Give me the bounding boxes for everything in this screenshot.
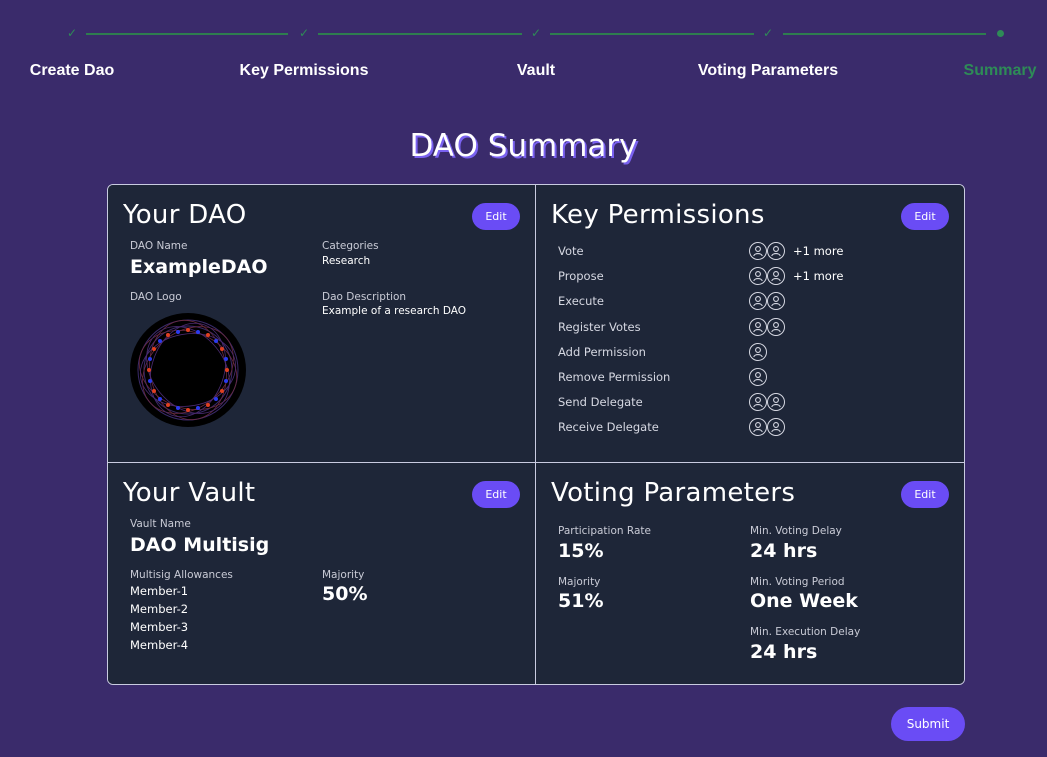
dao-logo-image — [130, 313, 246, 427]
dao-description-label: Dao Description — [322, 291, 407, 303]
step-key-permissions[interactable]: Key Permissions — [240, 62, 369, 80]
min-voting-delay-value: 24 hrs — [750, 540, 818, 562]
permission-holders: +1 more — [749, 267, 843, 286]
check-icon: ✓ — [762, 26, 774, 40]
min-voting-delay-label: Min. Voting Delay — [750, 525, 842, 537]
permission-name: Vote — [558, 244, 584, 258]
participation-rate-label: Participation Rate — [558, 525, 651, 537]
permission-holders — [749, 418, 785, 437]
edit-voting-parameters-button[interactable]: Edit — [901, 481, 949, 508]
dao-name-label: DAO Name — [130, 240, 188, 252]
member-item: Member-4 — [130, 638, 189, 652]
permission-row: Send Delegate — [558, 393, 958, 413]
min-execution-delay-value: 24 hrs — [750, 641, 818, 663]
user-avatar-icon — [767, 393, 785, 412]
vault-name-value: DAO Multisig — [130, 534, 270, 556]
permission-holders — [749, 393, 785, 412]
multisig-allowances-label: Multisig Allowances — [130, 569, 233, 581]
step-connector — [318, 33, 522, 35]
min-voting-period-label: Min. Voting Period — [750, 576, 845, 588]
permission-name: Register Votes — [558, 319, 641, 334]
user-avatar-icon — [749, 418, 767, 437]
categories-label: Categories — [322, 240, 379, 252]
permission-row: Receive Delegate — [558, 418, 958, 438]
key-permissions-card: Key Permissions Edit Vote +1 more Propose +… — [536, 185, 964, 463]
permission-row: Add Permission — [558, 342, 958, 363]
user-avatar-icon — [749, 292, 767, 311]
permission-name: Receive Delegate — [558, 420, 659, 435]
permission-holders — [749, 342, 767, 361]
permission-name: Remove Permission — [558, 370, 671, 384]
voting-majority-label: Majority — [558, 576, 601, 588]
submit-button[interactable]: Submit — [891, 707, 965, 741]
vault-majority-value: 50% — [322, 583, 368, 605]
your-vault-title: Your Vault — [123, 478, 256, 508]
user-avatar-icon — [749, 242, 767, 260]
permission-row: Register Votes — [558, 317, 958, 338]
your-dao-card: Your DAO Edit DAO Name ExampleDAO Catego… — [108, 185, 536, 463]
step-summary[interactable]: Summary — [964, 62, 1037, 80]
check-icon: ✓ — [66, 26, 78, 40]
permission-holders: +1 more — [749, 242, 843, 260]
check-icon: ✓ — [298, 26, 310, 40]
member-item: Member-2 — [130, 602, 189, 616]
key-permissions-title: Key Permissions — [551, 200, 765, 230]
step-connector — [550, 33, 754, 35]
permission-holders — [749, 317, 785, 336]
user-avatar-icon — [767, 242, 785, 260]
user-avatar-icon — [749, 393, 767, 412]
summary-grid: Your DAO Edit DAO Name ExampleDAO Catego… — [107, 184, 965, 685]
dao-logo-label: DAO Logo — [130, 291, 182, 303]
more-holders-link[interactable]: +1 more — [793, 269, 843, 283]
page-title: DAO Summary — [409, 128, 638, 164]
dao-name-value: ExampleDAO — [130, 256, 268, 278]
step-connector — [783, 33, 986, 35]
permission-name: Execute — [558, 294, 604, 309]
user-avatar-icon — [767, 267, 785, 286]
permission-name: Send Delegate — [558, 395, 643, 410]
step-voting-parameters[interactable]: Voting Parameters — [698, 62, 838, 80]
permission-name: Add Permission — [558, 344, 646, 359]
edit-permissions-button[interactable]: Edit — [901, 203, 949, 230]
permission-row: Execute — [558, 292, 958, 312]
dao-description-value: Example of a research DAO — [322, 305, 467, 317]
permission-holders — [749, 368, 767, 386]
edit-dao-button[interactable]: Edit — [472, 203, 520, 230]
min-voting-period-value: One Week — [750, 590, 858, 612]
categories-value: Research — [322, 255, 371, 267]
step-connector — [86, 33, 288, 35]
your-dao-title: Your DAO — [123, 200, 247, 230]
current-step-dot-icon — [991, 24, 1009, 42]
progress-stepper: ✓ ✓ ✓ ✓ Create Dao Key Permissions Vault… — [0, 0, 1047, 90]
permission-name: Propose — [558, 269, 604, 284]
user-avatar-icon — [767, 292, 785, 311]
edit-vault-button[interactable]: Edit — [472, 481, 520, 508]
user-avatar-icon — [749, 368, 767, 386]
vault-majority-label: Majority — [322, 569, 365, 581]
user-avatar-icon — [767, 317, 785, 336]
member-item: Member-3 — [130, 620, 189, 634]
user-avatar-icon — [749, 317, 767, 336]
user-avatar-icon — [749, 267, 767, 286]
participation-rate-value: 15% — [558, 540, 604, 562]
more-holders-link[interactable]: +1 more — [793, 244, 843, 258]
user-avatar-icon — [767, 418, 785, 437]
check-icon: ✓ — [530, 26, 542, 40]
min-execution-delay-label: Min. Execution Delay — [750, 626, 861, 638]
permission-row: Remove Permission — [558, 368, 958, 388]
step-create-dao[interactable]: Create Dao — [30, 62, 114, 80]
member-item: Member-1 — [130, 584, 189, 598]
voting-majority-value: 51% — [558, 590, 604, 612]
user-avatar-icon — [749, 342, 767, 361]
voting-parameters-card: Voting Parameters Edit Participation Rat… — [536, 463, 964, 684]
permission-row: Propose +1 more — [558, 267, 958, 287]
your-vault-card: Your Vault Edit Vault Name DAO Multisig … — [108, 463, 536, 684]
permission-row: Vote +1 more — [558, 242, 958, 262]
voting-parameters-title: Voting Parameters — [551, 478, 796, 508]
permission-holders — [749, 292, 785, 311]
step-vault[interactable]: Vault — [517, 62, 555, 80]
vault-name-label: Vault Name — [130, 518, 191, 530]
